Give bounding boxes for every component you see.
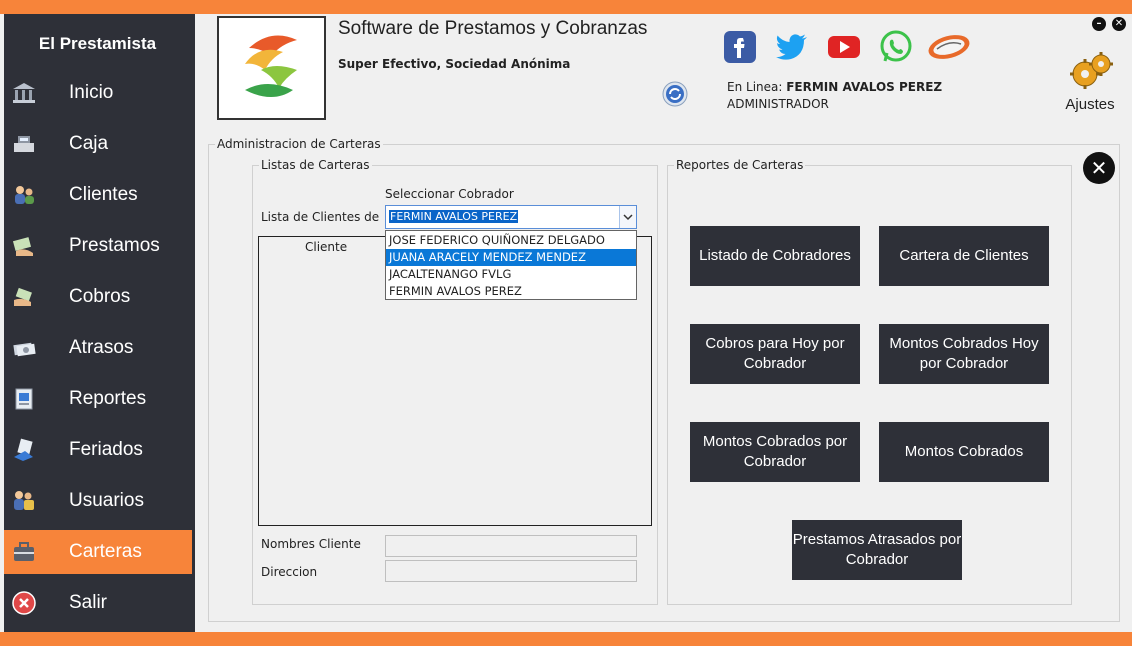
exit-icon <box>10 589 38 617</box>
holidays-icon <box>10 436 38 464</box>
client-list-label: Lista de Clientes de <box>261 210 380 224</box>
sidebar-item-feriados[interactable]: Feriados <box>4 428 192 472</box>
sidebar: El Prestamista Inicio Caja Clientes Pres… <box>0 14 195 632</box>
sidebar-item-carteras[interactable]: Carteras <box>4 530 192 574</box>
collectors-list-button[interactable]: Listado de Cobradores <box>690 226 860 286</box>
collector-select[interactable]: FERMIN AVALOS PEREZ <box>385 205 637 229</box>
sidebar-item-label: Feriados <box>69 439 143 460</box>
sidebar-app-title: El Prestamista <box>38 34 157 53</box>
online-status: En Linea: FERMIN AVALOS PEREZ <box>727 80 943 94</box>
sidebar-item-prestamos[interactable]: Prestamos <box>4 224 192 268</box>
payment-icon <box>10 283 38 311</box>
sidebar-item-label: Caja <box>69 133 109 154</box>
sidebar-item-usuarios[interactable]: Usuarios <box>4 479 192 523</box>
amounts-by-collector-button[interactable]: Montos Cobrados por Cobrador <box>690 422 860 482</box>
sidebar-item-label: Cobros <box>69 286 131 307</box>
today-collections-by-collector-button[interactable]: Cobros para Hoy por Cobrador <box>690 324 860 384</box>
collector-dropdown-list[interactable]: JOSE FEDERICO QUIÑONEZ DELGADO JUANA ARA… <box>385 230 637 300</box>
online-user-name: FERMIN AVALOS PEREZ <box>786 80 943 94</box>
user-role: ADMINISTRADOR <box>727 97 829 111</box>
settings-label[interactable]: Ajustes <box>1058 96 1122 113</box>
minimize-button[interactable]: – <box>1092 17 1106 31</box>
whatsapp-icon[interactable] <box>879 30 913 64</box>
reports-group-title: Reportes de Carteras <box>674 158 806 172</box>
gears-icon[interactable] <box>1065 50 1115 94</box>
collected-amounts-button[interactable]: Montos Cobrados <box>879 422 1049 482</box>
sidebar-item-reportes[interactable]: Reportes <box>4 377 192 421</box>
sidebar-item-label: Usuarios <box>69 490 144 511</box>
overdue-icon <box>10 334 38 362</box>
sidebar-item-inicio[interactable]: Inicio <box>4 71 192 115</box>
reports-icon <box>10 385 38 413</box>
refresh-icon[interactable] <box>661 80 689 108</box>
address-field[interactable] <box>385 560 637 582</box>
overdue-loans-by-collector-button[interactable]: Prestamos Atrasados por Cobrador <box>792 520 962 580</box>
window-left-edge <box>0 14 4 632</box>
cash-register-icon <box>10 130 38 158</box>
top-accent-bar <box>0 0 1132 14</box>
close-window-button[interactable]: ✕ <box>1112 17 1126 31</box>
sidebar-item-label: Prestamos <box>69 235 160 256</box>
select-collector-label: Seleccionar Cobrador <box>385 187 514 201</box>
company-logo <box>217 16 326 120</box>
sidebar-item-clientes[interactable]: Clientes <box>4 173 192 217</box>
sidebar-item-label: Salir <box>69 592 108 613</box>
grid-column-cliente[interactable]: Cliente <box>305 240 347 254</box>
portfolio-icon <box>10 538 38 566</box>
collector-option[interactable]: FERMIN AVALOS PEREZ <box>386 283 636 300</box>
collector-option-highlighted[interactable]: JUANA ARACELY MENDEZ MENDEZ <box>386 249 636 266</box>
bottom-accent-bar <box>0 632 1132 646</box>
sidebar-item-label: Inicio <box>69 82 114 103</box>
sidebar-item-caja[interactable]: Caja <box>4 122 192 166</box>
sidebar-item-atrasos[interactable]: Atrasos <box>4 326 192 370</box>
today-amounts-by-collector-button[interactable]: Montos Cobrados Hoy por Cobrador <box>879 324 1049 384</box>
youtube-icon[interactable] <box>827 30 861 64</box>
collector-select-value: FERMIN AVALOS PEREZ <box>389 210 519 223</box>
address-label: Direccion <box>261 565 318 579</box>
loan-icon <box>10 232 38 260</box>
client-names-label: Nombres Cliente <box>261 537 361 551</box>
lists-group-title: Listas de Carteras <box>259 158 372 172</box>
mouse-icon[interactable] <box>925 30 973 64</box>
close-section-button[interactable]: ✕ <box>1083 152 1115 184</box>
collector-option[interactable]: JOSE FEDERICO QUIÑONEZ DELGADO <box>386 232 636 249</box>
twitter-icon[interactable] <box>774 30 810 64</box>
client-portfolio-button[interactable]: Cartera de Clientes <box>879 226 1049 286</box>
facebook-icon[interactable] <box>723 30 757 64</box>
sidebar-item-label: Atrasos <box>69 337 134 358</box>
clients-icon <box>10 181 38 209</box>
users-icon <box>10 487 38 515</box>
sidebar-item-cobros[interactable]: Cobros <box>4 275 192 319</box>
app-name: Software de Prestamos y Cobranzas <box>338 18 648 39</box>
collector-option[interactable]: JACALTENANGO FVLG <box>386 266 636 283</box>
company-name: Super Efectivo, Sociedad Anónima <box>338 57 571 71</box>
section-title: Administracion de Carteras <box>215 137 383 151</box>
sidebar-item-label: Clientes <box>69 184 138 205</box>
bank-icon <box>10 79 38 107</box>
client-names-field[interactable] <box>385 535 637 557</box>
sidebar-item-label: Reportes <box>69 388 147 409</box>
chevron-down-icon[interactable] <box>619 206 636 228</box>
sidebar-item-label: Carteras <box>69 541 142 562</box>
sidebar-item-salir[interactable]: Salir <box>4 581 192 625</box>
